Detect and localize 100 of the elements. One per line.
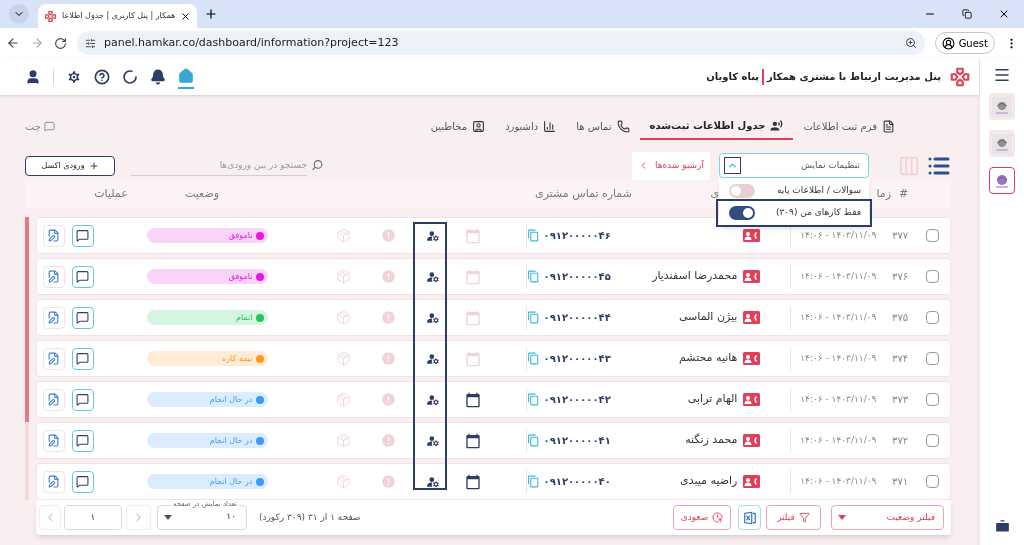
user-settings-icon[interactable] bbox=[426, 228, 441, 243]
edit-button[interactable] bbox=[42, 429, 65, 452]
status-label: در حال انجام bbox=[209, 434, 253, 447]
plus-icon bbox=[88, 160, 99, 171]
user-settings-icon[interactable] bbox=[426, 433, 441, 448]
restore-icon[interactable] bbox=[962, 9, 972, 19]
customer-name: راضیه میبدی bbox=[680, 473, 738, 490]
tab[interactable]: مخاطبین bbox=[420, 113, 496, 140]
comment-icon bbox=[76, 352, 90, 365]
tab-list-button[interactable] bbox=[9, 4, 29, 24]
copy-icon[interactable] bbox=[526, 352, 540, 365]
excel-icon bbox=[742, 510, 757, 525]
search-field[interactable]: جستجو در بین ورودی‌ها bbox=[131, 155, 307, 176]
edit-button[interactable] bbox=[42, 347, 65, 370]
copy-icon[interactable] bbox=[526, 311, 540, 324]
thumbnail[interactable] bbox=[989, 130, 1015, 157]
reload-icon[interactable] bbox=[54, 36, 67, 50]
thumbnail[interactable] bbox=[989, 93, 1015, 120]
comment-button[interactable] bbox=[71, 306, 94, 329]
search-icon bbox=[311, 159, 324, 172]
chart-icon bbox=[543, 120, 557, 133]
excel-import-button[interactable]: ورودی اکسل bbox=[25, 155, 115, 176]
phone-number: ۰۹۱۲۰۰۰۰۰۴۲ bbox=[543, 393, 611, 407]
tab[interactable]: تماس ها bbox=[566, 113, 640, 140]
row-checkbox[interactable] bbox=[926, 393, 940, 406]
edit-button[interactable] bbox=[42, 470, 65, 493]
tab[interactable]: جدول اطلاعات ثبت‌شده bbox=[639, 113, 794, 140]
status-label: در حال انجام bbox=[209, 393, 253, 406]
user-settings-icon[interactable] bbox=[426, 392, 441, 407]
address-bar[interactable]: panel.hamkar.co/dashboard/information?project=123 bbox=[77, 31, 925, 55]
copy-icon[interactable] bbox=[526, 229, 540, 242]
phone-number: ۰۹۱۲۰۰۰۰۰۴۶ bbox=[543, 229, 611, 243]
column-header: وضعیت bbox=[184, 185, 220, 202]
calendar-icon[interactable] bbox=[465, 432, 482, 449]
row-checkbox[interactable] bbox=[926, 229, 940, 242]
page-input[interactable]: ۱ bbox=[64, 505, 122, 530]
row-checkbox[interactable] bbox=[926, 352, 940, 365]
column-header: # bbox=[898, 185, 909, 202]
tab[interactable]: فرم ثبت اطلاعات bbox=[793, 113, 905, 140]
back-icon[interactable] bbox=[6, 36, 20, 50]
copy-icon[interactable] bbox=[526, 270, 540, 283]
thumbnail[interactable] bbox=[989, 167, 1015, 194]
settings-option[interactable]: سوالات / اطلاعات پایه bbox=[719, 180, 869, 202]
toggle-switch[interactable] bbox=[729, 184, 755, 198]
comment-icon bbox=[76, 434, 90, 447]
status-label: اتمام bbox=[235, 311, 253, 324]
edit-button[interactable] bbox=[42, 388, 65, 411]
close-icon[interactable] bbox=[180, 10, 192, 22]
display-settings-select[interactable]: تنظیمات نمایش bbox=[719, 153, 869, 178]
copy-icon[interactable] bbox=[526, 393, 540, 406]
edit-document-icon bbox=[47, 475, 61, 488]
contact-card-icon bbox=[472, 120, 486, 133]
logo-icon bbox=[44, 9, 57, 23]
filter-button[interactable]: فیلتر bbox=[766, 505, 821, 530]
comment-button[interactable] bbox=[71, 347, 94, 370]
edit-button[interactable] bbox=[42, 265, 65, 288]
tab[interactable]: داشبورد bbox=[495, 113, 567, 140]
menu-icon[interactable] bbox=[993, 66, 1011, 84]
row-number: ۳۷۳ bbox=[892, 393, 909, 407]
copy-icon[interactable] bbox=[526, 434, 540, 447]
zoom-icon[interactable] bbox=[904, 37, 917, 49]
comment-button[interactable] bbox=[71, 388, 94, 411]
profile-icon bbox=[941, 36, 955, 50]
edit-button[interactable] bbox=[42, 224, 65, 247]
row-time: ۱۴۰۳/۱۱/۰۹ - ۱۴:۰۶ bbox=[800, 351, 877, 365]
edit-button[interactable] bbox=[42, 306, 65, 329]
copy-icon[interactable] bbox=[526, 475, 540, 488]
briefcase-icon[interactable] bbox=[993, 518, 1011, 535]
comment-button[interactable] bbox=[71, 470, 94, 493]
forward-icon[interactable] bbox=[30, 36, 44, 50]
user-settings-icon[interactable] bbox=[426, 269, 441, 284]
status-filter-select[interactable]: فیلتر وضعیت bbox=[831, 505, 944, 530]
calendar-icon[interactable] bbox=[465, 473, 482, 490]
calendar-icon[interactable] bbox=[465, 391, 482, 408]
row-checkbox[interactable] bbox=[926, 311, 940, 324]
customer-name: الهام ترابی bbox=[687, 391, 738, 408]
user-settings-icon[interactable] bbox=[426, 310, 441, 325]
column-header: ی bbox=[710, 185, 719, 202]
row-checkbox[interactable] bbox=[926, 270, 940, 283]
user-settings-icon[interactable] bbox=[426, 474, 441, 489]
excel-export-button[interactable] bbox=[738, 505, 761, 530]
archived-button[interactable]: آرشیو شده‌ها bbox=[631, 151, 710, 180]
edit-document-icon bbox=[47, 270, 61, 283]
new-tab-icon[interactable] bbox=[204, 7, 219, 21]
settings-option[interactable]: فقط کارهای من (۳۰۹) bbox=[719, 202, 869, 224]
comment-button[interactable] bbox=[71, 224, 94, 247]
phone-number: ۰۹۱۲۰۰۰۰۰۴۳ bbox=[543, 352, 611, 366]
sort-button[interactable]: صعودی bbox=[673, 505, 731, 530]
toggle-switch[interactable] bbox=[729, 206, 755, 220]
comment-button[interactable] bbox=[71, 265, 94, 288]
browser-tab[interactable]: همکار | پنل کاربری | جدول اطلاعا bbox=[38, 4, 198, 28]
row-checkbox[interactable] bbox=[926, 434, 940, 447]
row-checkbox[interactable] bbox=[926, 475, 940, 488]
page-info: صفحه ۱ از ۳۱ (۳۰۹ رکورد) bbox=[259, 510, 361, 524]
user-settings-icon[interactable] bbox=[426, 351, 441, 366]
edit-document-icon bbox=[47, 229, 61, 242]
comment-button[interactable] bbox=[71, 429, 94, 452]
close-window-icon[interactable] bbox=[998, 8, 1010, 20]
site-info-icon[interactable] bbox=[85, 37, 96, 49]
customer-name: بیژن الماسی bbox=[678, 309, 738, 326]
